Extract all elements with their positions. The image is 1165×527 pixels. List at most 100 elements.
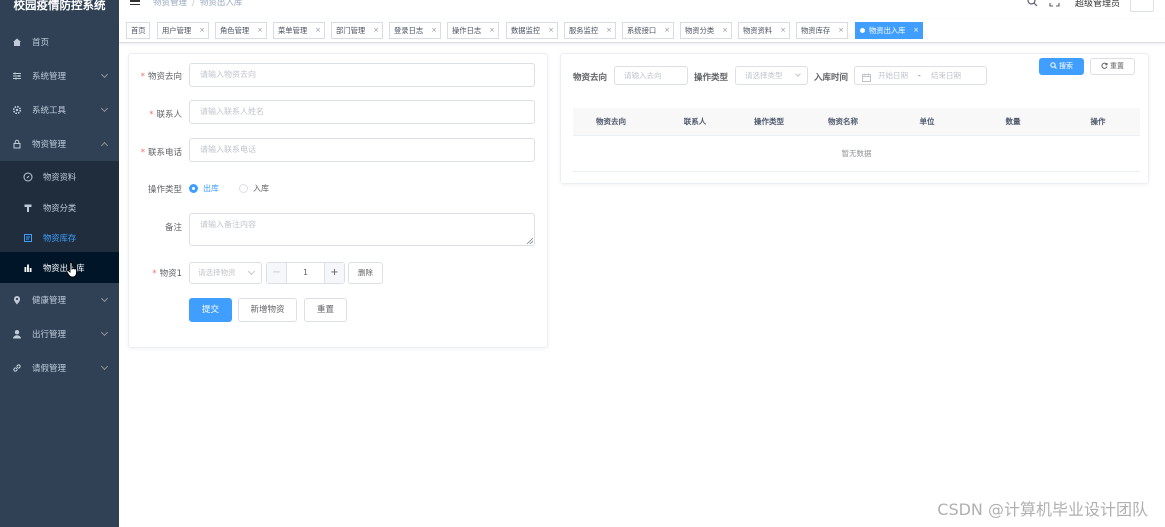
resize-handle-icon[interactable] — [527, 238, 533, 244]
tag-supply-stock[interactable]: 物资库存 × — [796, 22, 848, 39]
sidebar-subitem-supply-stock[interactable]: 物资库存 — [0, 222, 119, 253]
gear-icon — [12, 105, 22, 115]
sidebar-item-supplies[interactable]: 物资管理 — [0, 127, 119, 161]
sidebar-item-system-management[interactable]: 系统管理 — [0, 59, 119, 93]
settings-sliders-icon — [12, 71, 22, 81]
calendar-icon — [862, 71, 871, 88]
tag-operation-log[interactable]: 操作日志 × — [447, 22, 499, 39]
radio-out[interactable]: 出库 — [189, 183, 219, 194]
sidebar-item-label: 物资管理 — [32, 140, 67, 150]
column-header[interactable]: 操作类型 — [731, 108, 807, 136]
query-direction-label: 物资去向 — [573, 73, 608, 83]
avatar[interactable] — [1130, 0, 1154, 12]
close-icon[interactable]: × — [606, 23, 612, 38]
contact-input[interactable]: 请输入联系人姓名 — [189, 100, 535, 124]
sidebar-item-home[interactable]: 首页 — [0, 25, 119, 59]
decrement-button[interactable]: − — [267, 263, 287, 283]
breadcrumb-item[interactable]: 物资管理 — [153, 0, 187, 8]
sidebar-item-health[interactable]: 健康管理 — [0, 283, 119, 317]
close-icon[interactable]: × — [489, 23, 495, 38]
tag-user-management[interactable]: 用户管理 × — [157, 22, 209, 39]
query-op-type-select[interactable]: 请选择类型 — [735, 66, 808, 85]
direction-input[interactable]: 请输入物资去向 — [189, 63, 535, 87]
submit-button[interactable]: 提交 — [189, 298, 232, 322]
radio-checked-icon — [189, 184, 198, 193]
search-icon[interactable] — [1027, 0, 1039, 8]
close-icon[interactable]: × — [315, 23, 321, 38]
tag-service-monitor[interactable]: 服务监控 × — [564, 22, 616, 39]
tag-data-monitor[interactable]: 数据监控 × — [506, 22, 558, 39]
close-icon[interactable]: × — [548, 23, 554, 38]
remark-textarea[interactable]: 请输入备注内容 — [189, 213, 535, 246]
table-header: 物资去向 联系人 操作类型 物资名称 单位 数量 操作 — [573, 108, 1140, 136]
tags-view: 首页 用户管理 × 角色管理 × 菜单管理 × 部门管理 × 登录日志 × 操作日志 × 数… — [119, 19, 1165, 43]
quantity-value[interactable]: 1 — [287, 263, 324, 283]
tag-menu-management[interactable]: 菜单管理 × — [273, 22, 325, 39]
sidebar-item-system-tools[interactable]: 系统工具 — [0, 93, 119, 127]
tag-supply-info[interactable]: 物资资料 × — [738, 22, 790, 39]
end-date-placeholder[interactable]: 结束日期 — [931, 67, 961, 84]
hamburger-icon[interactable] — [130, 0, 140, 8]
breadcrumb-current: 物资出入库 — [199, 0, 243, 8]
username[interactable]: 超级管理员 — [1075, 0, 1120, 9]
app-root: 校园疫情防控系统 首页 系统管理 系统工具 物资管理 物资资料 物资分类 物资库… — [0, 0, 1165, 527]
tag-login-log[interactable]: 登录日志 × — [389, 22, 441, 39]
tag-home[interactable]: 首页 — [126, 22, 150, 39]
tag-role-management[interactable]: 角色管理 × — [215, 22, 267, 39]
close-icon[interactable]: × — [431, 23, 437, 38]
lock-icon — [12, 139, 22, 149]
radio-in[interactable]: 入库 — [239, 183, 269, 194]
tag-label: 物资库存 — [801, 26, 831, 35]
close-icon[interactable]: × — [199, 23, 205, 38]
query-op-type-placeholder: 请选择类型 — [745, 71, 783, 80]
tag-supply-category[interactable]: 物资分类 × — [680, 22, 732, 39]
column-header[interactable]: 操作 — [1060, 108, 1136, 136]
table-empty-text: 暂无数据 — [573, 136, 1140, 172]
close-icon[interactable]: × — [838, 23, 844, 38]
item-select-placeholder: 请选择物资 — [198, 268, 236, 277]
close-icon[interactable]: × — [780, 23, 786, 38]
close-icon[interactable]: × — [913, 23, 919, 38]
form-reset-button[interactable]: 重置 — [304, 298, 347, 322]
delete-item-button[interactable]: 删除 — [348, 262, 383, 284]
quantity-stepper[interactable]: − 1 + — [266, 262, 345, 284]
close-icon[interactable]: × — [257, 23, 263, 38]
start-date-placeholder[interactable]: 开始日期 — [878, 67, 908, 84]
column-header[interactable]: 物资名称 — [805, 108, 881, 136]
phone-input[interactable]: 请输入联系电话 — [189, 138, 535, 162]
column-header[interactable]: 单位 — [889, 108, 965, 136]
close-icon[interactable]: × — [373, 23, 379, 38]
column-header[interactable]: 数量 — [975, 108, 1051, 136]
close-icon[interactable]: × — [664, 23, 670, 38]
inout-form-card: * 物资去向 请输入物资去向 * 联系人 请输入联系人姓名 * 联系电话 请输入联系电… — [128, 53, 548, 348]
item-select[interactable]: 请选择物资 — [189, 262, 262, 284]
tag-system-api[interactable]: 系统接口 × — [622, 22, 674, 39]
query-reset-button[interactable]: 重置 — [1090, 58, 1135, 75]
sidebar-item-label: 物资出入库 — [43, 262, 85, 273]
sidebar-item-label: 出行管理 — [32, 330, 67, 340]
remark-placeholder: 请输入备注内容 — [200, 220, 256, 229]
navbar-right: 超级管理员 — [1027, 0, 1165, 12]
tag-supply-inout[interactable]: 物资出入库 × — [855, 22, 923, 39]
search-button[interactable]: 搜索 — [1039, 58, 1084, 75]
search-icon — [1050, 62, 1057, 69]
column-header[interactable]: 物资去向 — [573, 108, 649, 136]
query-direction-input[interactable]: 请输入去向 — [614, 66, 688, 85]
tag-label: 首页 — [131, 26, 146, 35]
close-icon[interactable]: × — [722, 23, 728, 38]
add-item-button[interactable]: 新增物资 — [238, 298, 297, 322]
tag-dept-management[interactable]: 部门管理 × — [331, 22, 383, 39]
sidebar-subitem-supply-inout[interactable]: 物资出入库 — [0, 252, 119, 283]
sidebar-item-travel[interactable]: 出行管理 — [0, 317, 119, 351]
op-type-label: 操作类型 — [147, 185, 182, 195]
tag-label: 服务监控 — [569, 26, 599, 35]
filter-icon — [23, 203, 33, 213]
location-icon — [12, 295, 22, 305]
column-header[interactable]: 联系人 — [659, 108, 731, 136]
query-date-range[interactable]: 开始日期 - 结束日期 — [854, 66, 987, 85]
fullscreen-icon[interactable] — [1049, 0, 1061, 8]
sidebar-subitem-supply-info[interactable]: 物资资料 — [0, 161, 119, 192]
increment-button[interactable]: + — [324, 263, 344, 283]
sidebar-item-leave[interactable]: 请假管理 — [0, 351, 119, 385]
sidebar-subitem-supply-category[interactable]: 物资分类 — [0, 192, 119, 223]
